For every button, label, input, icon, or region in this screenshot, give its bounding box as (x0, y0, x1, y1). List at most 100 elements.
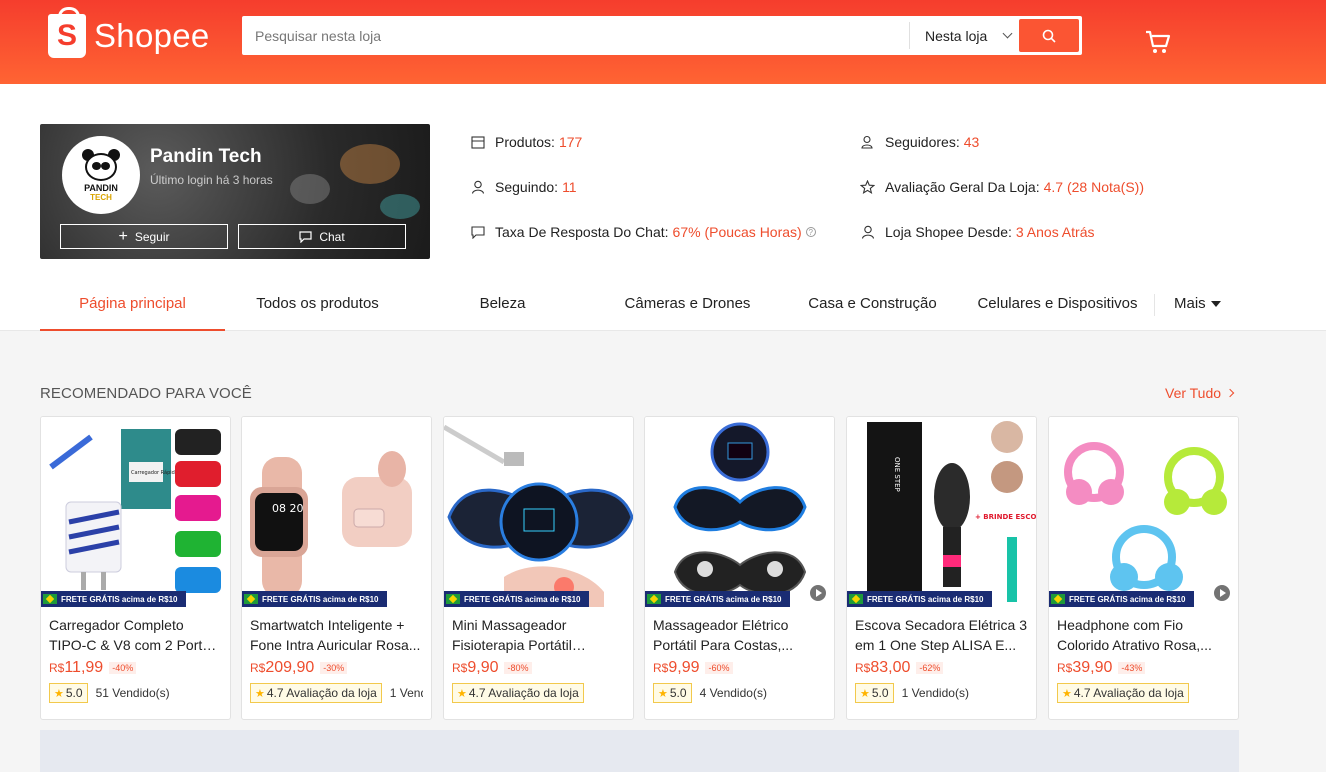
following-value: 11 (562, 179, 577, 195)
price-value: 39,90 (1072, 659, 1113, 676)
search-icon (1042, 29, 1056, 43)
tab-home-construction[interactable]: Casa e Construção (780, 284, 965, 331)
product-image: FRETE GRÁTIS acima de R$10 (645, 417, 834, 607)
brazil-flag-icon (43, 594, 57, 604)
brazil-flag-icon (446, 594, 460, 604)
free-shipping-badge: FRETE GRÁTIS acima de R$10 (1049, 591, 1195, 607)
tab-all-products[interactable]: Todos os produtos (225, 284, 410, 331)
since-value: 3 Anos Atrás (1015, 224, 1095, 240)
product-name: Mini Massageador Fisioterapia Portátil E… (452, 617, 572, 653)
currency: R$ (855, 661, 871, 675)
price-value: 209,90 (265, 659, 315, 676)
search-scope-dropdown[interactable]: Nesta loja (909, 22, 1019, 49)
store-icon (470, 135, 485, 150)
product-image: Carregador Rápido FRETE GRÁTIS acima de … (41, 417, 230, 607)
shop-card: PANDIN TECH Pandin Tech Último login há … (40, 124, 430, 259)
follow-button[interactable]: + Seguir (60, 224, 228, 249)
product-name: Carregador Completo TIPO-C & V8 com 2 Po… (49, 617, 218, 653)
following-label: Seguindo: (495, 179, 559, 195)
price-row: R$209,90 -30% (250, 659, 423, 677)
caret-down-icon (1210, 300, 1221, 307)
sold-count: 51 Vendido(s) (95, 686, 170, 700)
price-value: 9,99 (668, 659, 700, 676)
tab-home[interactable]: Página principal (40, 284, 225, 331)
response-label: Taxa De Resposta Do Chat: (495, 224, 669, 240)
free-shipping-label: FRETE GRÁTIS acima de R$10 (665, 594, 782, 604)
help-icon[interactable]: ? (805, 227, 816, 237)
product-card[interactable]: Carregador Rápido FRETE GRÁTIS acima de … (40, 416, 231, 720)
free-shipping-label: FRETE GRÁTIS acima de R$10 (1069, 594, 1186, 604)
rating-text: 4.7 Avaliação da loja (468, 686, 579, 700)
product-card[interactable]: FRETE GRÁTIS acima de R$10 Headphone com… (1048, 416, 1239, 720)
sold-count: 1 Vendido(s) (389, 686, 423, 700)
product-card[interactable]: 08 20 FRETE GRÁTIS acima de R$10 Smartwa… (241, 416, 432, 720)
search-input[interactable] (242, 16, 909, 55)
rating-badge: ★ 5.0 (49, 683, 88, 703)
products-label: Produtos: (495, 134, 555, 150)
star-icon: ★ (54, 687, 64, 700)
product-image: ONE STEP + BRINDE ESCOVA POLVO FRETE GRÁ… (847, 417, 1036, 607)
tab-divider (1154, 294, 1155, 316)
rating-badge: ★ 4.7 Avaliação da loja (250, 683, 382, 703)
stat-since: Loja Shopee Desde: 3 Anos Atrás (860, 224, 1094, 240)
shopee-logo[interactable]: S Shopee (48, 7, 210, 58)
tab-phones[interactable]: Celulares e Dispositivos (965, 284, 1150, 331)
plus-icon: + (118, 227, 128, 245)
free-shipping-badge: FRETE GRÁTIS acima de R$10 (41, 591, 187, 607)
meta-row: ★4.7 Avaliação da loja 1 Vendido(s) (250, 683, 423, 703)
rating-text: 5.0 (65, 686, 83, 700)
logo-text: Shopee (94, 17, 210, 54)
watch-time: 08 20 (272, 502, 304, 515)
followers-label: Seguidores: (885, 134, 960, 150)
price-value: 83,00 (870, 659, 911, 676)
see-all-link[interactable]: Ver Tudo (1165, 385, 1235, 401)
star-icon: ★ (658, 687, 668, 700)
shop-avatar[interactable]: PANDIN TECH (62, 136, 140, 214)
product-card[interactable]: ONE STEP + BRINDE ESCOVA POLVO FRETE GRÁ… (846, 416, 1037, 720)
shop-name: Pandin Tech (150, 146, 262, 167)
gift-label: + BRINDE ESCOVA POLVO (975, 513, 1036, 521)
product-image: FRETE GRÁTIS acima de R$10 (1049, 417, 1238, 607)
brazil-flag-icon (849, 594, 863, 604)
price-row: R$9,90 -80% (452, 659, 625, 677)
rating-text: 4.7 Avaliação da loja (266, 686, 377, 700)
user-icon (470, 180, 485, 195)
free-shipping-label: FRETE GRÁTIS acima de R$10 (464, 594, 581, 604)
tab-beauty[interactable]: Beleza (410, 284, 595, 331)
discount-badge: -60% (705, 662, 733, 674)
product-price: R$9,99 (653, 659, 699, 677)
avatar-subtext: TECH (90, 192, 112, 202)
tab-cameras[interactable]: Câmeras e Drones (595, 284, 780, 331)
free-shipping-badge: FRETE GRÁTIS acima de R$10 (645, 591, 791, 607)
discount-badge: -30% (320, 662, 348, 674)
currency: R$ (653, 661, 669, 675)
more-tabs-button[interactable]: Mais (1174, 295, 1221, 312)
search-button[interactable] (1019, 19, 1079, 52)
chevron-right-icon (1225, 388, 1235, 398)
person-check-icon (860, 225, 875, 240)
price-row: R$9,99 -60% (653, 659, 826, 677)
rating-text: 5.0 (871, 686, 889, 700)
discount-badge: -43% (1118, 662, 1146, 674)
search-bar: Nesta loja (242, 16, 1082, 55)
product-price: R$39,90 (1057, 659, 1112, 677)
rating-text: 4.7 Avaliação da loja (1073, 686, 1184, 700)
rating-text: 5.0 (669, 686, 687, 700)
rating-badge: ★ 4.7 Avaliação da loja (452, 683, 584, 703)
chat-button[interactable]: Chat (238, 224, 406, 249)
product-card[interactable]: FRETE GRÁTIS acima de R$10 Mini Massagea… (443, 416, 634, 720)
rating-label: Avaliação Geral Da Loja: (885, 179, 1040, 195)
meta-row: ★ 5.0 51 Vendido(s) (49, 683, 222, 703)
play-video-icon[interactable] (1212, 583, 1232, 603)
meta-row: ★ 5.0 1 Vendido(s) (855, 683, 1028, 703)
price-value: 11,99 (64, 659, 104, 676)
product-price: R$9,90 (452, 659, 498, 677)
more-label: Mais (1174, 295, 1206, 312)
play-video-icon[interactable] (808, 583, 828, 603)
meta-row: ★ 4.7 Avaliação da loja (1057, 683, 1230, 703)
cart-icon[interactable] (1144, 29, 1172, 60)
product-card[interactable]: FRETE GRÁTIS acima de R$10 Massageador E… (644, 416, 835, 720)
star-icon: ★ (860, 687, 870, 700)
brazil-flag-icon (1051, 594, 1065, 604)
discount-badge: -40% (109, 662, 137, 674)
